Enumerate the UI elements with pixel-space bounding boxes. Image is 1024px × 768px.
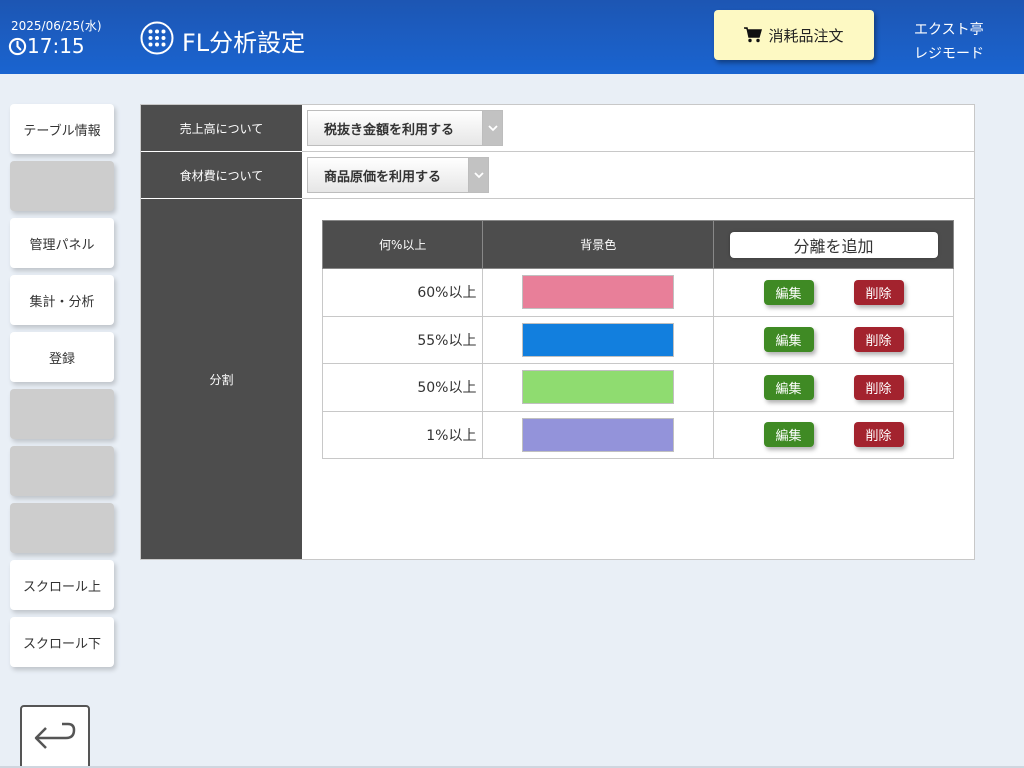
color-swatch xyxy=(522,417,675,452)
food-cost-label: 食材費について xyxy=(141,152,302,199)
edit-button[interactable]: 編集 xyxy=(763,327,814,353)
color-swatch xyxy=(522,370,675,405)
actions-cell: 編集 削除 xyxy=(713,268,954,317)
actions-header: 分離を追加 xyxy=(713,220,954,269)
supplies-order-button[interactable]: 消耗品注文 xyxy=(714,10,874,60)
division-label: 分割 xyxy=(141,199,302,559)
supplies-order-label: 消耗品注文 xyxy=(768,26,844,45)
color-cell xyxy=(482,315,715,364)
threshold-header: 何%以上 xyxy=(321,220,484,269)
actions-cell: 編集 削除 xyxy=(713,315,954,364)
settings-panel: 売上高について 税抜き金額を利用する 食材費について 商品原価を利用する 分割 … xyxy=(140,104,975,560)
shop-name: エクスト亭 xyxy=(914,22,984,38)
sidebar-item-label: スクロール上 xyxy=(22,579,101,595)
sidebar-item-analytics[interactable]: 集計・分析 xyxy=(10,275,114,325)
back-button[interactable] xyxy=(20,705,90,768)
chevron-down-icon xyxy=(468,158,488,192)
chevron-down-icon xyxy=(482,111,502,145)
dial-pad-icon xyxy=(140,21,174,55)
delete-button[interactable]: 削除 xyxy=(853,279,904,305)
color-cell xyxy=(482,268,715,317)
color-cell xyxy=(482,410,715,459)
sidebar-item-blank xyxy=(10,389,114,439)
color-cell xyxy=(482,363,715,412)
sidebar-item-scroll-up[interactable]: スクロール上 xyxy=(10,560,114,610)
sidebar-item-label: スクロール下 xyxy=(22,636,101,652)
threshold-cell: 55%以上 xyxy=(321,315,484,364)
add-division-button[interactable]: 分離を追加 xyxy=(729,231,938,258)
sidebar-item-label: 管理パネル xyxy=(29,237,95,253)
sidebar-item-label: テーブル情報 xyxy=(23,123,101,139)
current-date: 2025/06/25(水) xyxy=(11,19,102,33)
row-divider xyxy=(302,151,974,152)
actions-cell: 編集 削除 xyxy=(713,410,954,459)
delete-button[interactable]: 削除 xyxy=(853,327,904,353)
page-title: FL分析設定 xyxy=(182,29,306,57)
current-time: 17:15 xyxy=(27,34,85,58)
color-swatch xyxy=(522,275,675,310)
return-arrow-icon xyxy=(34,722,76,749)
table-row: 55%以上 編集 削除 xyxy=(321,315,954,364)
threshold-cell: 1%以上 xyxy=(321,410,484,459)
edit-button[interactable]: 編集 xyxy=(763,374,814,400)
edit-button[interactable]: 編集 xyxy=(763,279,814,305)
sales-select-value: 税抜き金額を利用する xyxy=(324,122,455,138)
edit-button[interactable]: 編集 xyxy=(763,422,814,448)
division-table: 何%以上 背景色 分離を追加 60%以上 編集 削除 55%以上 編集 削除 5… xyxy=(321,220,954,459)
sidebar-item-blank xyxy=(10,161,114,211)
table-row: 60%以上 編集 削除 xyxy=(321,268,954,317)
cart-icon xyxy=(744,27,763,43)
clock-icon xyxy=(8,37,27,56)
food-cost-select[interactable]: 商品原価を利用する xyxy=(307,157,489,193)
sidebar-item-blank xyxy=(10,446,114,496)
sidebar-item-scroll-down[interactable]: スクロール下 xyxy=(10,617,114,667)
food-cost-select-value: 商品原価を利用する xyxy=(324,169,442,185)
sidebar-item-blank xyxy=(10,503,114,553)
shop-info: エクスト亭 レジモード xyxy=(914,18,984,66)
threshold-cell: 50%以上 xyxy=(321,363,484,412)
sidebar-item-label: 集計・分析 xyxy=(29,294,95,310)
threshold-cell: 60%以上 xyxy=(321,268,484,317)
table-row: 50%以上 編集 削除 xyxy=(321,363,954,412)
sidebar-item-admin-panel[interactable]: 管理パネル xyxy=(10,218,114,268)
color-swatch xyxy=(522,322,675,357)
table-header-row: 何%以上 背景色 分離を追加 xyxy=(321,220,954,269)
sidebar-item-table-info[interactable]: テーブル情報 xyxy=(10,104,114,154)
row-divider xyxy=(302,198,974,199)
sidebar-item-register[interactable]: 登録 xyxy=(10,332,114,382)
sales-select[interactable]: 税抜き金額を利用する xyxy=(307,110,503,146)
mode-label: レジモード xyxy=(914,46,984,62)
delete-button[interactable]: 削除 xyxy=(853,374,904,400)
actions-cell: 編集 削除 xyxy=(713,363,954,412)
table-row: 1%以上 編集 削除 xyxy=(321,410,954,459)
delete-button[interactable]: 削除 xyxy=(853,422,904,448)
sidebar-item-label: 登録 xyxy=(48,351,75,367)
sales-label: 売上高について xyxy=(141,105,302,152)
color-header: 背景色 xyxy=(482,220,715,269)
app-header: 2025/06/25(水) 17:15 FL分析設定 消耗品注文 エクスト亭 レ… xyxy=(0,0,1024,74)
